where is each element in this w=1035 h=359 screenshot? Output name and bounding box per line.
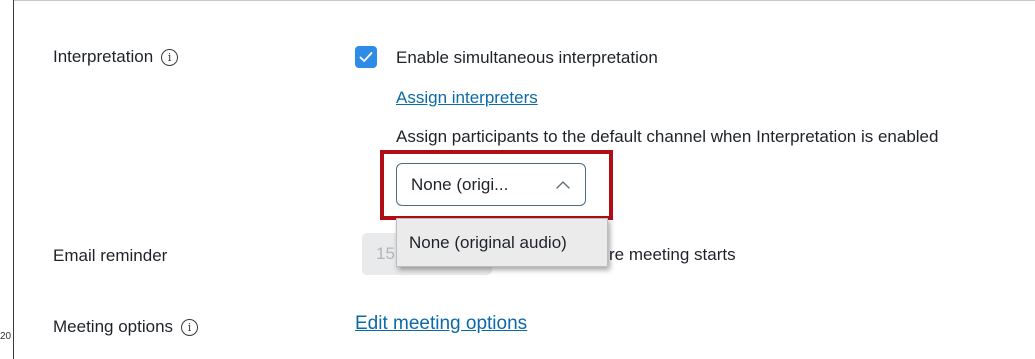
- checkmark-icon: [359, 52, 373, 62]
- enable-interpretation-checkbox[interactable]: [355, 46, 377, 68]
- dropdown-option-none-original-audio[interactable]: None (original audio): [396, 218, 608, 267]
- info-circle-icon[interactable]: i: [181, 318, 199, 336]
- interpretation-row-label: Interpretation i: [53, 47, 179, 67]
- default-channel-description: Assign participants to the default chann…: [396, 127, 939, 146]
- frame-top-border: [13, 0, 1035, 1]
- assign-interpreters-link[interactable]: Assign interpreters: [396, 88, 538, 108]
- edit-meeting-options-link[interactable]: Edit meeting options: [355, 313, 527, 335]
- meeting-options-label: Meeting options: [53, 317, 174, 336]
- info-circle-icon[interactable]: i: [161, 48, 179, 66]
- enable-interpretation-label[interactable]: Enable simultaneous interpretation: [396, 48, 658, 68]
- highlight-box: [380, 150, 613, 220]
- page-number: 20: [0, 331, 12, 342]
- interpretation-label: Interpretation: [53, 47, 154, 66]
- meeting-options-row-label: Meeting options i: [53, 317, 199, 337]
- frame-left-border: [13, 0, 14, 359]
- email-reminder-suffix: re meeting starts: [609, 245, 736, 264]
- email-reminder-label: Email reminder: [53, 246, 168, 265]
